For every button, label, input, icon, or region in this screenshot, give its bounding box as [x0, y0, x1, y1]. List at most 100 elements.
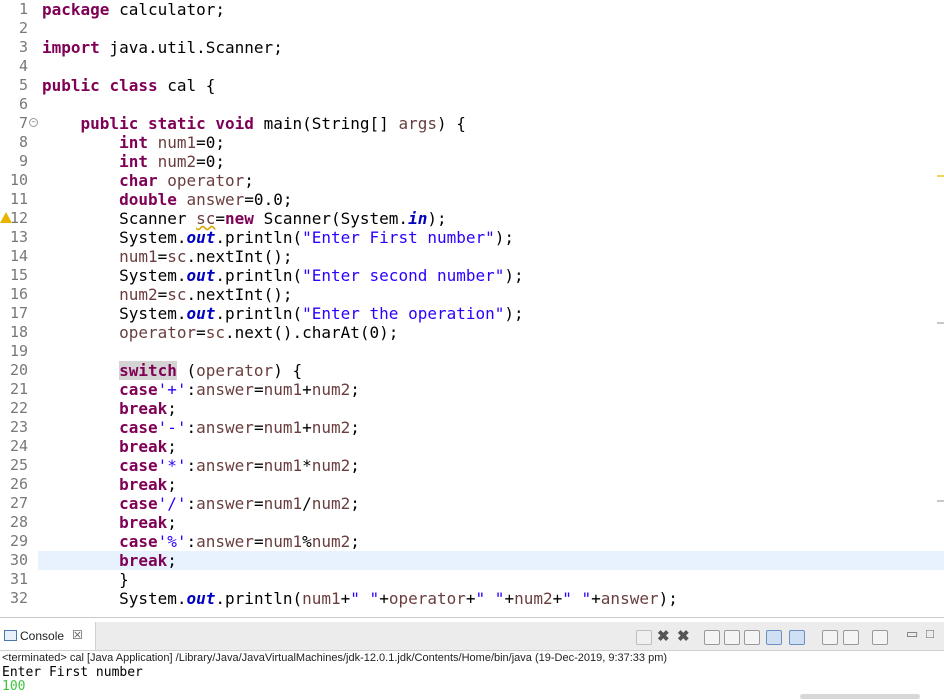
line-code[interactable]: int num2=0; — [42, 152, 225, 171]
code-token: double — [119, 190, 177, 209]
code-line[interactable]: 16 num2=sc.nextInt(); — [0, 285, 944, 304]
line-code[interactable]: break; — [42, 475, 177, 494]
overview-ruler-mark[interactable] — [937, 322, 944, 324]
code-line[interactable]: 21 case'+':answer=num1+num2; — [0, 380, 944, 399]
line-gutter: 32 — [0, 589, 38, 608]
code-line[interactable]: 3 import java.util.Scanner; — [0, 38, 944, 57]
line-code[interactable]: import java.util.Scanner; — [42, 38, 283, 57]
overview-ruler-mark[interactable] — [937, 500, 944, 502]
horizontal-scrollbar[interactable] — [0, 694, 944, 700]
line-gutter: 9 — [0, 152, 38, 171]
code-line[interactable]: 25 case'*':answer=num1*num2; — [0, 456, 944, 475]
code-line[interactable]: 20 switch (operator) { — [0, 361, 944, 380]
line-code[interactable]: break; — [42, 551, 177, 570]
code-token: + — [379, 589, 389, 608]
code-line[interactable]: 26 break; — [0, 475, 944, 494]
line-code[interactable]: System.out.println("Enter First number")… — [42, 228, 514, 247]
code-line[interactable]: 30 break; — [0, 551, 944, 570]
warning-icon[interactable] — [0, 212, 12, 223]
line-code[interactable]: public class cal { — [42, 76, 215, 95]
line-code[interactable]: operator=sc.next().charAt(0); — [42, 323, 398, 342]
pin-console-icon[interactable] — [822, 630, 838, 645]
code-line[interactable]: 31 } — [0, 570, 944, 589]
fold-collapse-icon[interactable]: − — [29, 118, 38, 127]
clear-console-icon[interactable] — [704, 630, 720, 645]
code-line[interactable]: 7− public static void main(String[] args… — [0, 114, 944, 133]
line-code[interactable]: System.out.println("Enter second number"… — [42, 266, 524, 285]
code-line[interactable]: 28 break; — [0, 513, 944, 532]
line-code[interactable]: num2=sc.nextInt(); — [42, 285, 292, 304]
code-token: num1 — [302, 589, 341, 608]
line-gutter: 4 — [0, 57, 38, 76]
line-gutter: 3 — [0, 38, 38, 57]
code-token: + — [302, 418, 312, 437]
line-code[interactable]: switch (operator) { — [42, 361, 302, 380]
terminate-icon[interactable] — [636, 630, 652, 645]
code-line[interactable]: 4 — [0, 57, 944, 76]
line-code[interactable]: case'+':answer=num1+num2; — [42, 380, 360, 399]
line-code[interactable]: num1=sc.nextInt(); — [42, 247, 292, 266]
show-stdout-icon[interactable] — [766, 630, 782, 645]
code-editor[interactable]: 1 package calculator; 2 3 import java.util.S… — [0, 0, 944, 617]
code-token: case — [119, 532, 158, 551]
tab-console[interactable]: Console ☒ — [0, 622, 96, 650]
line-code[interactable]: public static void main(String[] args) { — [42, 114, 466, 133]
minimize-icon[interactable]: ▭ — [906, 626, 918, 642]
code-line[interactable]: 23 case'-':answer=num1+num2; — [0, 418, 944, 437]
line-code[interactable]: double answer=0.0; — [42, 190, 292, 209]
code-line[interactable]: 1 package calculator; — [0, 0, 944, 19]
line-code[interactable]: } — [42, 570, 129, 589]
line-code[interactable]: int num1=0; — [42, 133, 225, 152]
line-code[interactable]: break; — [42, 513, 177, 532]
code-line[interactable]: 11 double answer=0.0; — [0, 190, 944, 209]
code-line[interactable]: 2 — [0, 19, 944, 38]
code-line[interactable]: 18 operator=sc.next().charAt(0); — [0, 323, 944, 342]
line-gutter: 29 — [0, 532, 38, 551]
code-line[interactable]: 12 Scanner sc=new Scanner(System.in); — [0, 209, 944, 228]
line-code[interactable]: case'*':answer=num1*num2; — [42, 456, 360, 475]
code-line[interactable]: 13 System.out.println("Enter First numbe… — [0, 228, 944, 247]
line-code[interactable]: char operator; — [42, 171, 254, 190]
line-gutter: 7− — [0, 114, 38, 133]
code-line[interactable]: 24 break; — [0, 437, 944, 456]
scrollbar-thumb[interactable] — [800, 694, 920, 699]
show-stderr-icon[interactable] — [789, 630, 805, 645]
line-code[interactable]: System.out.println(num1+" "+operator+" "… — [42, 589, 678, 608]
code-line[interactable]: 15 System.out.println("Enter second numb… — [0, 266, 944, 285]
code-line[interactable]: 14 num1=sc.nextInt(); — [0, 247, 944, 266]
code-token: cal { — [157, 76, 216, 95]
maximize-icon[interactable]: □ — [926, 626, 934, 641]
code-line[interactable]: 8 int num1=0; — [0, 133, 944, 152]
line-code[interactable]: Scanner sc=new Scanner(System.in); — [42, 209, 447, 228]
line-code[interactable]: case'%':answer=num1%num2; — [42, 532, 360, 551]
code-line[interactable]: 5 public class cal { — [0, 76, 944, 95]
code-line[interactable]: 22 break; — [0, 399, 944, 418]
code-line[interactable]: 19 — [0, 342, 944, 361]
line-code[interactable]: case'/':answer=num1/num2; — [42, 494, 360, 513]
code-token: ); — [658, 589, 678, 608]
close-icon[interactable]: ☒ — [72, 628, 83, 642]
code-token: " " — [350, 589, 380, 608]
word-wrap-icon[interactable] — [744, 630, 760, 645]
display-console-icon[interactable] — [843, 630, 859, 645]
code-line[interactable]: 29 case'%':answer=num1%num2; — [0, 532, 944, 551]
line-code[interactable]: break; — [42, 437, 177, 456]
code-line[interactable]: 32 System.out.println(num1+" "+operator+… — [0, 589, 944, 608]
code-line[interactable]: 9 int num2=0; — [0, 152, 944, 171]
scroll-lock-icon[interactable] — [724, 630, 740, 645]
overview-ruler-mark[interactable] — [937, 175, 944, 177]
code-token: num1 — [263, 380, 303, 399]
open-console-icon[interactable] — [872, 630, 888, 645]
code-line[interactable]: 10 char operator; — [0, 171, 944, 190]
code-line[interactable]: 27 case'/':answer=num1/num2; — [0, 494, 944, 513]
line-code[interactable]: System.out.println("Enter the operation"… — [42, 304, 524, 323]
line-code[interactable]: package calculator; — [42, 0, 225, 19]
remove-launch-icon[interactable]: ✖ — [657, 627, 670, 645]
code-line[interactable]: 17 System.out.println("Enter the operati… — [0, 304, 944, 323]
code-line[interactable]: 6 — [0, 95, 944, 114]
code-token: = — [253, 380, 264, 399]
line-code[interactable]: case'-':answer=num1+num2; — [42, 418, 360, 437]
remove-all-icon[interactable]: ✖ — [677, 627, 690, 645]
line-code[interactable]: break; — [42, 399, 177, 418]
code-token: answer — [186, 190, 245, 209]
